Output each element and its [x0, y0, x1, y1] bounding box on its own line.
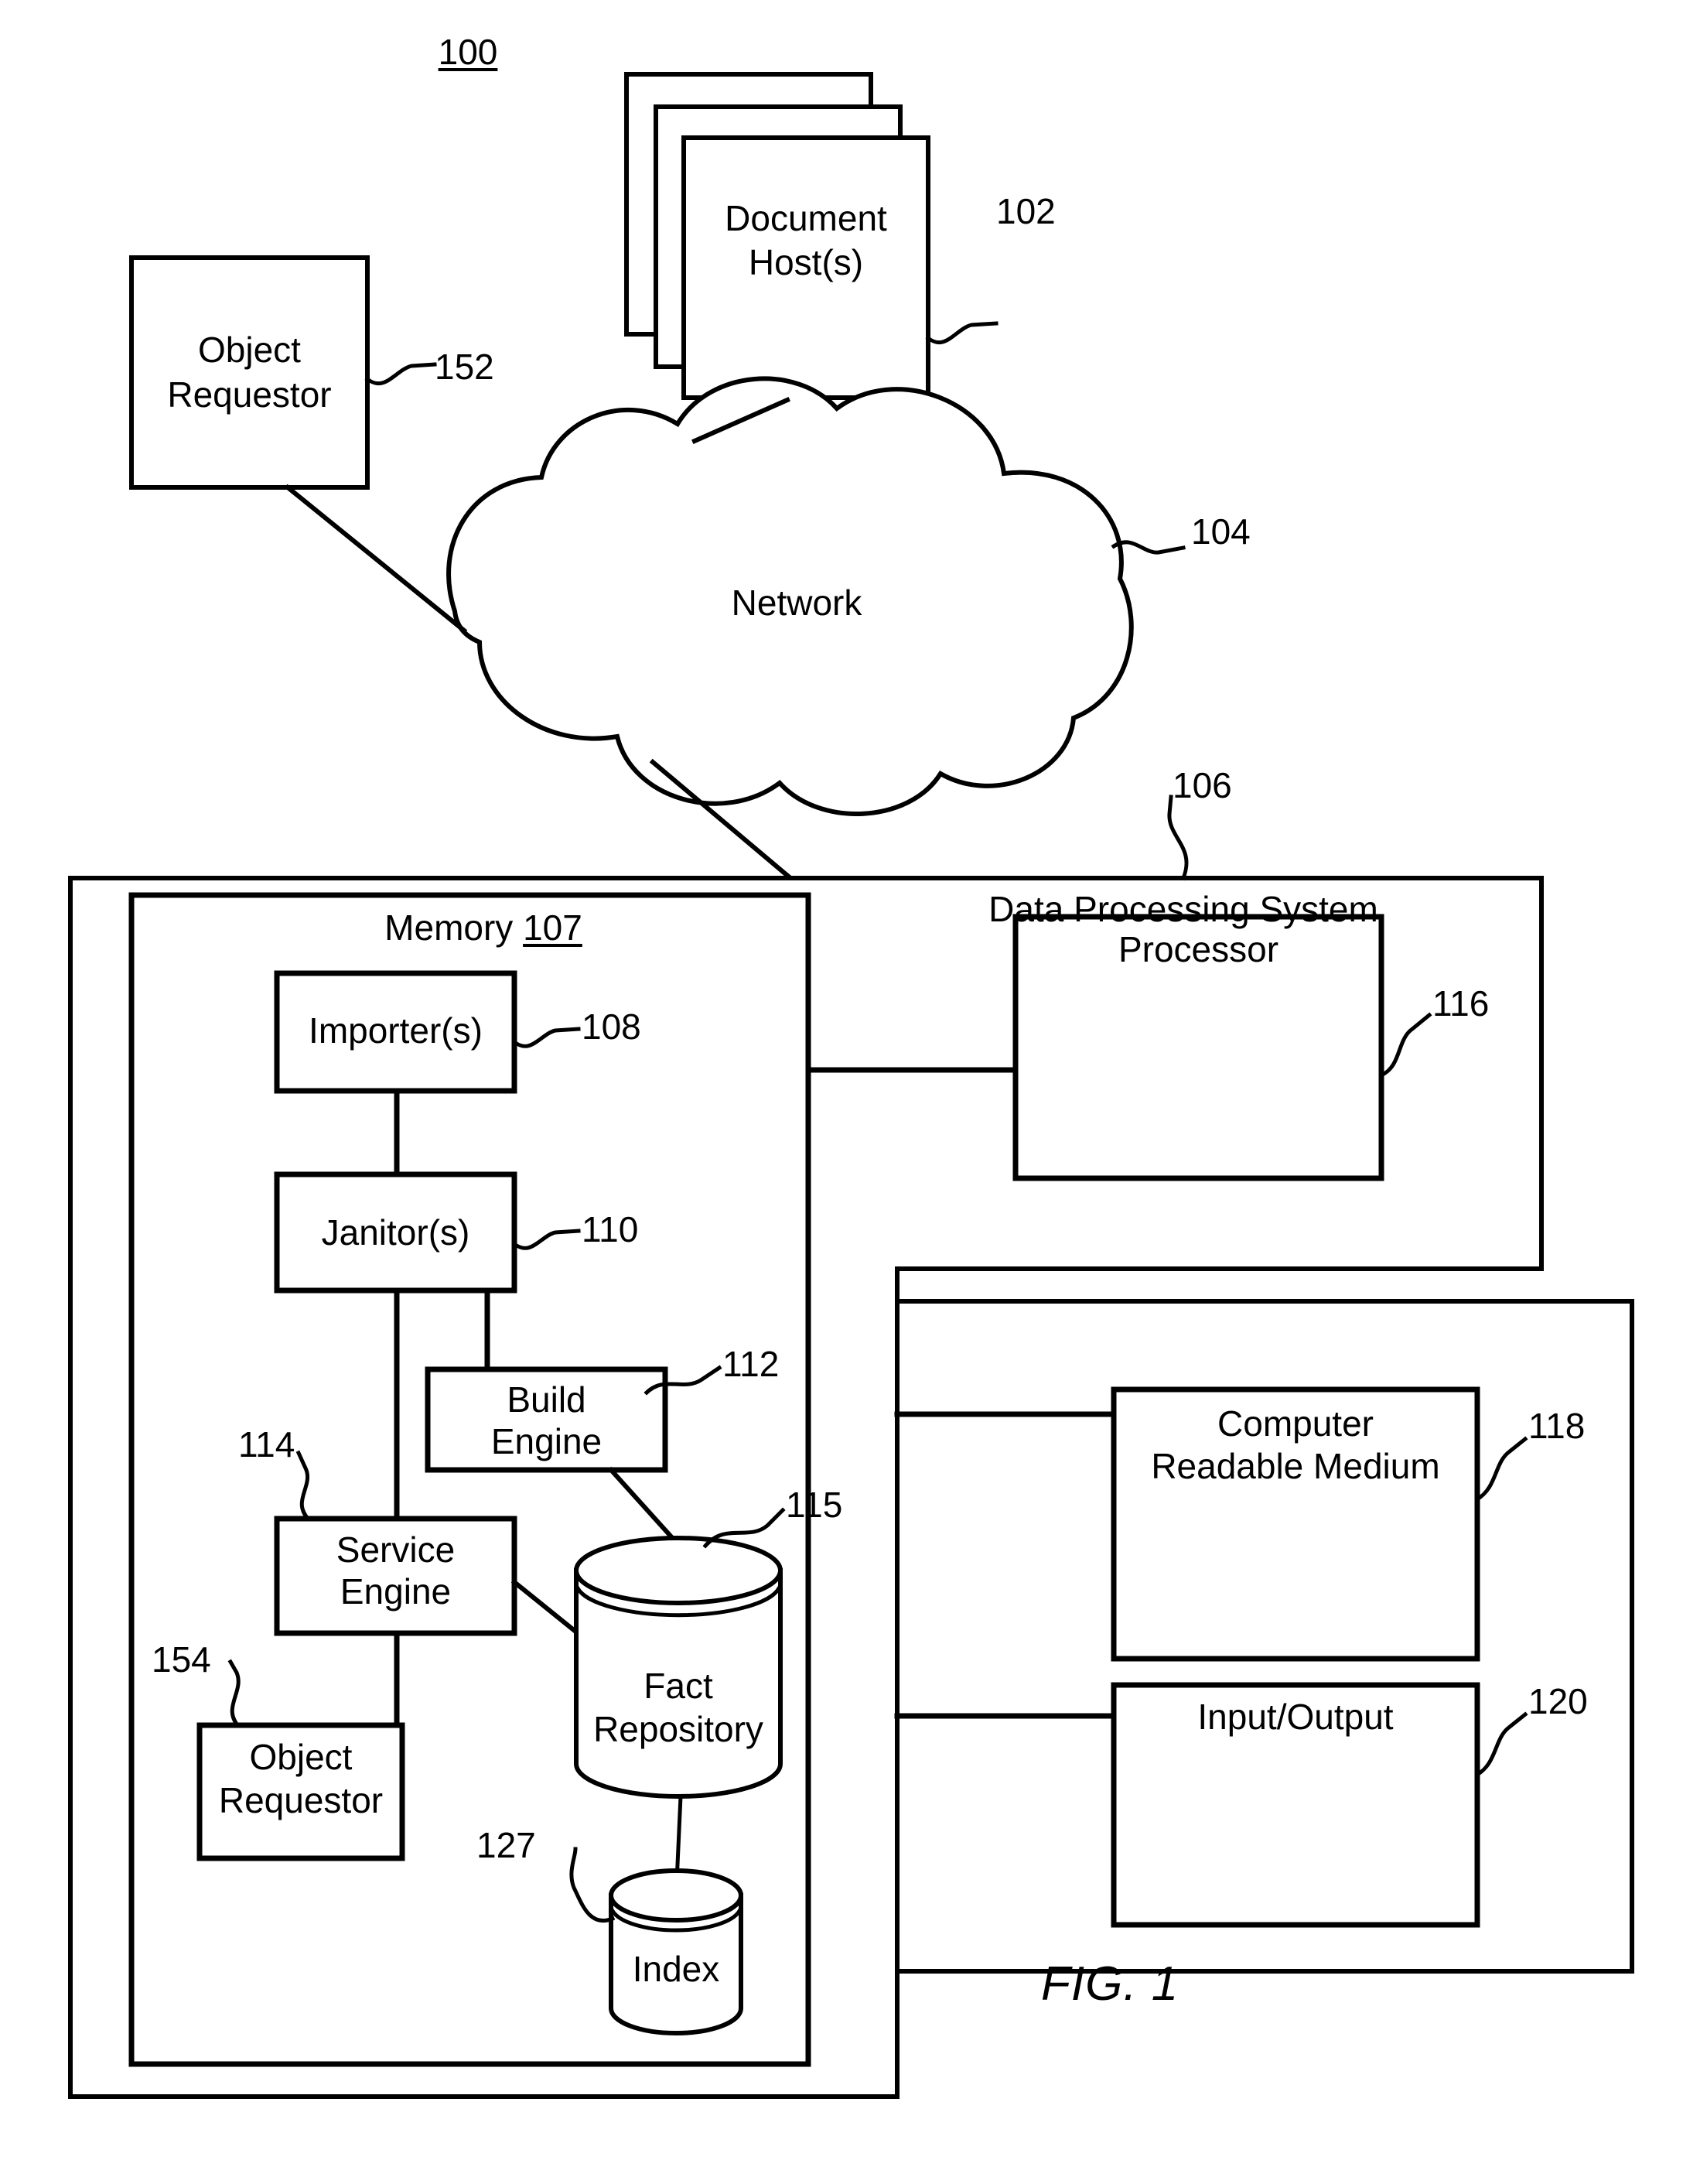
object-requestor-external-label-line2: Requestor: [167, 374, 332, 415]
processor-label: Processor: [1118, 929, 1279, 969]
ref-label-114: 114: [238, 1424, 295, 1465]
service-engine-label-line2: Engine: [340, 1571, 452, 1612]
patent-figure-1: [0, 0, 1683, 2184]
ref-label-102: 102: [996, 191, 1056, 231]
object-requestor-external-label-line1: Object: [198, 330, 301, 370]
document-hosts-label-line2: Host(s): [748, 242, 864, 282]
ref-label-110: 110: [582, 1209, 639, 1249]
ref-label-120: 120: [1528, 1681, 1588, 1721]
object-requestor-external-box: [129, 255, 370, 490]
ref-label-127: 127: [476, 1825, 536, 1865]
janitors-label: Janitor(s): [321, 1212, 470, 1253]
fact-repository-top: [574, 1536, 783, 1605]
index-top: [609, 1868, 743, 1923]
memory-title: Memory 107: [321, 907, 646, 948]
build-engine-label-line2: Engine: [490, 1421, 603, 1461]
network-label: Network: [731, 583, 862, 623]
ref-label-100: 100: [438, 32, 498, 72]
ref-label-116: 116: [1432, 983, 1490, 1024]
object-requestor-internal-label-line2: Requestor: [218, 1780, 384, 1820]
ref-label-107: 107: [523, 907, 582, 948]
document-hosts-label-line1: Document: [725, 198, 887, 238]
index-label: Index: [632, 1949, 720, 1989]
fact-repository-label-line2: Repository: [593, 1709, 763, 1749]
computer-readable-medium-label-line2: Readable Medium: [1151, 1446, 1440, 1486]
importers-label: Importer(s): [309, 1010, 483, 1051]
fact-repository-label-line1: Fact: [644, 1666, 713, 1706]
memory-title-word: Memory: [384, 907, 514, 948]
ref-label-115: 115: [786, 1485, 843, 1525]
data-processing-system-title: Data Processing System: [988, 889, 1378, 929]
input-output-label: Input/Output: [1197, 1697, 1394, 1737]
object-requestor-internal-label-line1: Object: [249, 1737, 353, 1777]
ref-label-108: 108: [582, 1007, 641, 1047]
service-engine-label-line1: Service: [336, 1529, 456, 1570]
figure-caption: FIG. 1: [1041, 1957, 1179, 2011]
ref-label-112: 112: [722, 1344, 780, 1384]
ref-label-154: 154: [152, 1639, 211, 1680]
ref-label-152: 152: [435, 347, 494, 387]
computer-readable-medium-label-line1: Computer: [1217, 1403, 1374, 1444]
ref-label-118: 118: [1528, 1406, 1586, 1446]
build-engine-label-line1: Build: [507, 1379, 586, 1420]
ref-label-106: 106: [1173, 765, 1232, 805]
ref-label-104: 104: [1191, 511, 1251, 552]
